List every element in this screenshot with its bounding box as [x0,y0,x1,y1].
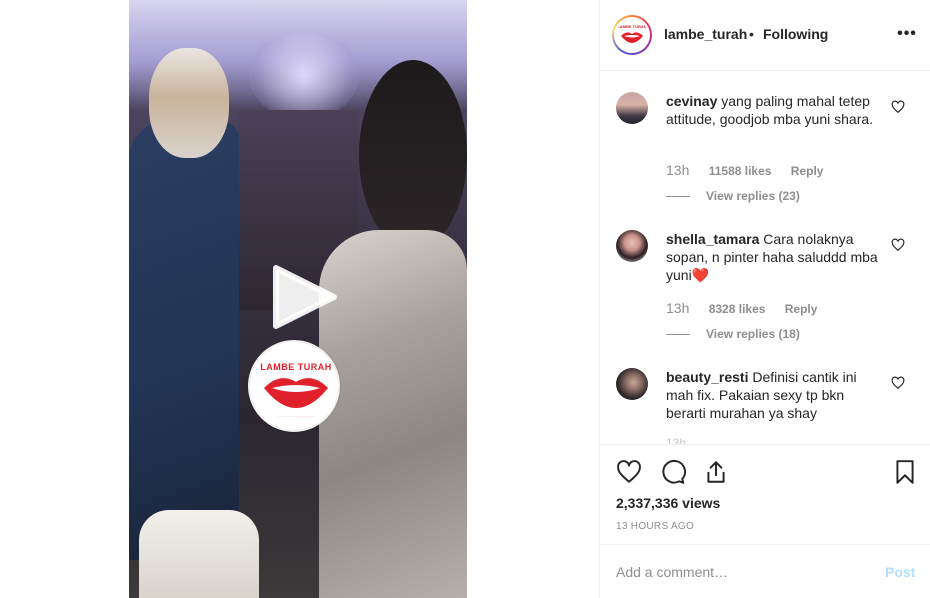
comment-likes[interactable]: 11588 likes [709,164,772,178]
bookmark-icon[interactable] [892,459,920,487]
comment-icon[interactable] [660,459,688,487]
comment-likes[interactable]: 8328 likes [709,302,766,316]
view-replies-button[interactable]: View replies (18) [666,327,800,341]
comment-time: 13h [666,300,690,316]
view-replies-label: View replies (18) [706,327,800,341]
replies-divider [666,334,690,336]
video-frame-man [129,120,239,560]
heart-icon[interactable] [616,459,644,487]
post-panel: LAMBE TURAH lambe_turah • Following ••• … [599,0,930,598]
view-replies-button[interactable]: View replies (23) [666,189,800,203]
share-icon[interactable] [703,459,731,487]
svg-text:· · · · · · · · · · · · · · ·: · · · · · · · · · · · · · · · · · [278,415,313,419]
view-replies-label: View replies (23) [706,189,800,203]
comment-text-block: beauty_resti Definisi cantik ini mah fix… [666,368,886,422]
add-comment-bar: Post [600,544,930,598]
comment-text-block: cevinay yang paling mahal tetep attitude… [666,92,886,128]
comment-username[interactable]: cevinay [666,93,717,109]
svg-text:LAMBE TURAH: LAMBE TURAH [617,24,646,29]
media-area: LAMBE TURAH · · · · · · · · · · · · · · … [0,0,599,598]
post-comment-button[interactable]: Post [885,564,915,580]
svg-text:LAMBE TURAH: LAMBE TURAH [260,362,332,372]
post-actions: 2,337,336 views 13 HOURS AGO [600,444,930,544]
comments-list[interactable]: cevinay yang paling mahal tetep attitude… [600,72,930,444]
header-separator: • [749,26,754,42]
commenter-avatar[interactable] [616,230,648,262]
post-timestamp[interactable]: 13 HOURS AGO [616,521,694,532]
video-frame-light [249,30,359,120]
comment-meta: 13h 8328 likes Reply [666,300,817,316]
comment-text-block: shella_tamara Cara nolaknya sopan, n pin… [666,230,886,284]
play-icon[interactable] [272,264,338,330]
comment-time-partial: 13h [666,436,687,444]
comment-time: 13h [666,162,690,178]
post-author-username[interactable]: lambe_turah [664,26,747,42]
video-frame-table [139,510,259,598]
more-horizontal-icon[interactable]: ••• [895,24,919,46]
comment-input[interactable] [616,561,866,583]
lambe-turah-watermark-logo: LAMBE TURAH · · · · · · · · · · · · · · … [248,340,340,432]
lips-logo-icon: LAMBE TURAH [617,24,647,43]
video-frame-woman-hair [359,60,467,250]
comment-username[interactable]: beauty_resti [666,369,748,385]
comment-heart-icon[interactable] [891,238,907,254]
following-button[interactable]: Following [763,26,828,42]
post-header: LAMBE TURAH lambe_turah • Following ••• [600,0,930,71]
commenter-avatar[interactable] [616,368,648,400]
reply-button[interactable]: Reply [785,302,818,316]
views-count[interactable]: 2,337,336 views [616,495,720,511]
story-ring[interactable]: LAMBE TURAH [612,15,652,55]
comment-heart-icon[interactable] [891,376,907,392]
video-frame-man-head [149,48,229,158]
comment-heart-icon[interactable] [891,100,907,116]
avatar[interactable]: LAMBE TURAH [614,17,650,53]
commenter-avatar[interactable] [616,92,648,124]
reply-button[interactable]: Reply [791,164,824,178]
comment-username[interactable]: shella_tamara [666,231,759,247]
replies-divider [666,196,690,198]
comment-meta: 13h 11588 likes Reply [666,162,823,178]
